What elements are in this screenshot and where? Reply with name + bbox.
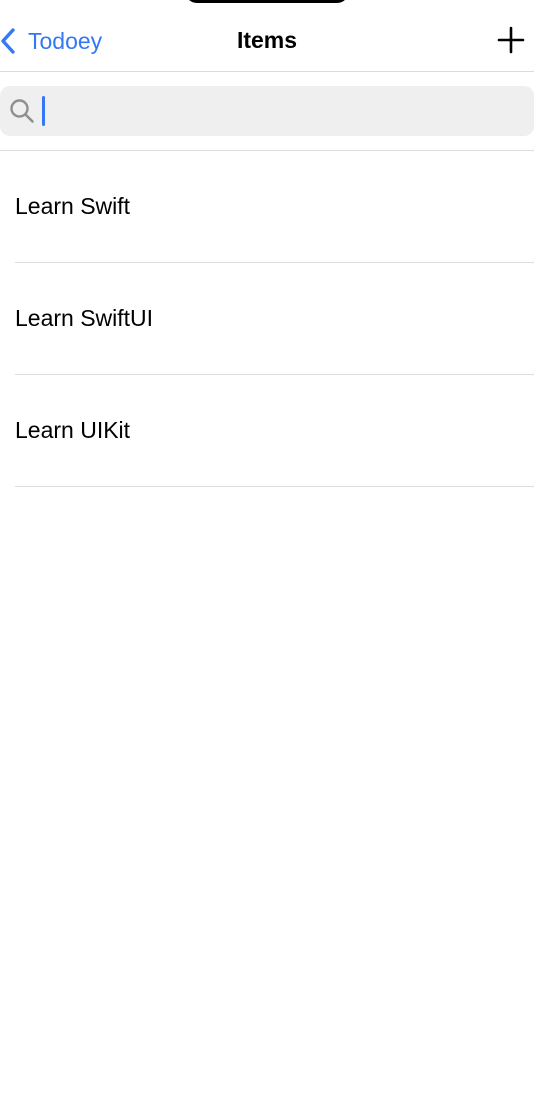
list-item-label: Learn Swift — [15, 193, 131, 219]
text-cursor — [42, 96, 45, 126]
list-item[interactable]: Learn Swift — [0, 151, 534, 263]
list-item-label: Learn SwiftUI — [15, 305, 154, 331]
plus-icon — [497, 26, 525, 54]
back-button-label: Todoey — [28, 27, 103, 54]
back-button[interactable]: Todoey — [0, 22, 102, 60]
list-item[interactable]: Learn SwiftUI — [0, 263, 534, 375]
add-item-button[interactable] — [497, 26, 525, 54]
list-item-label: Learn UIKit — [15, 417, 131, 443]
navigation-bar: Todoey Items — [0, 0, 534, 72]
search-input[interactable] — [41, 94, 534, 128]
items-list: Learn Swift Learn SwiftUI Learn UIKit — [0, 151, 534, 487]
search-bar[interactable] — [0, 86, 534, 136]
list-item[interactable]: Learn UIKit — [0, 375, 534, 487]
row-divider — [15, 486, 534, 487]
search-icon — [9, 98, 35, 124]
chevron-left-icon — [0, 28, 16, 54]
